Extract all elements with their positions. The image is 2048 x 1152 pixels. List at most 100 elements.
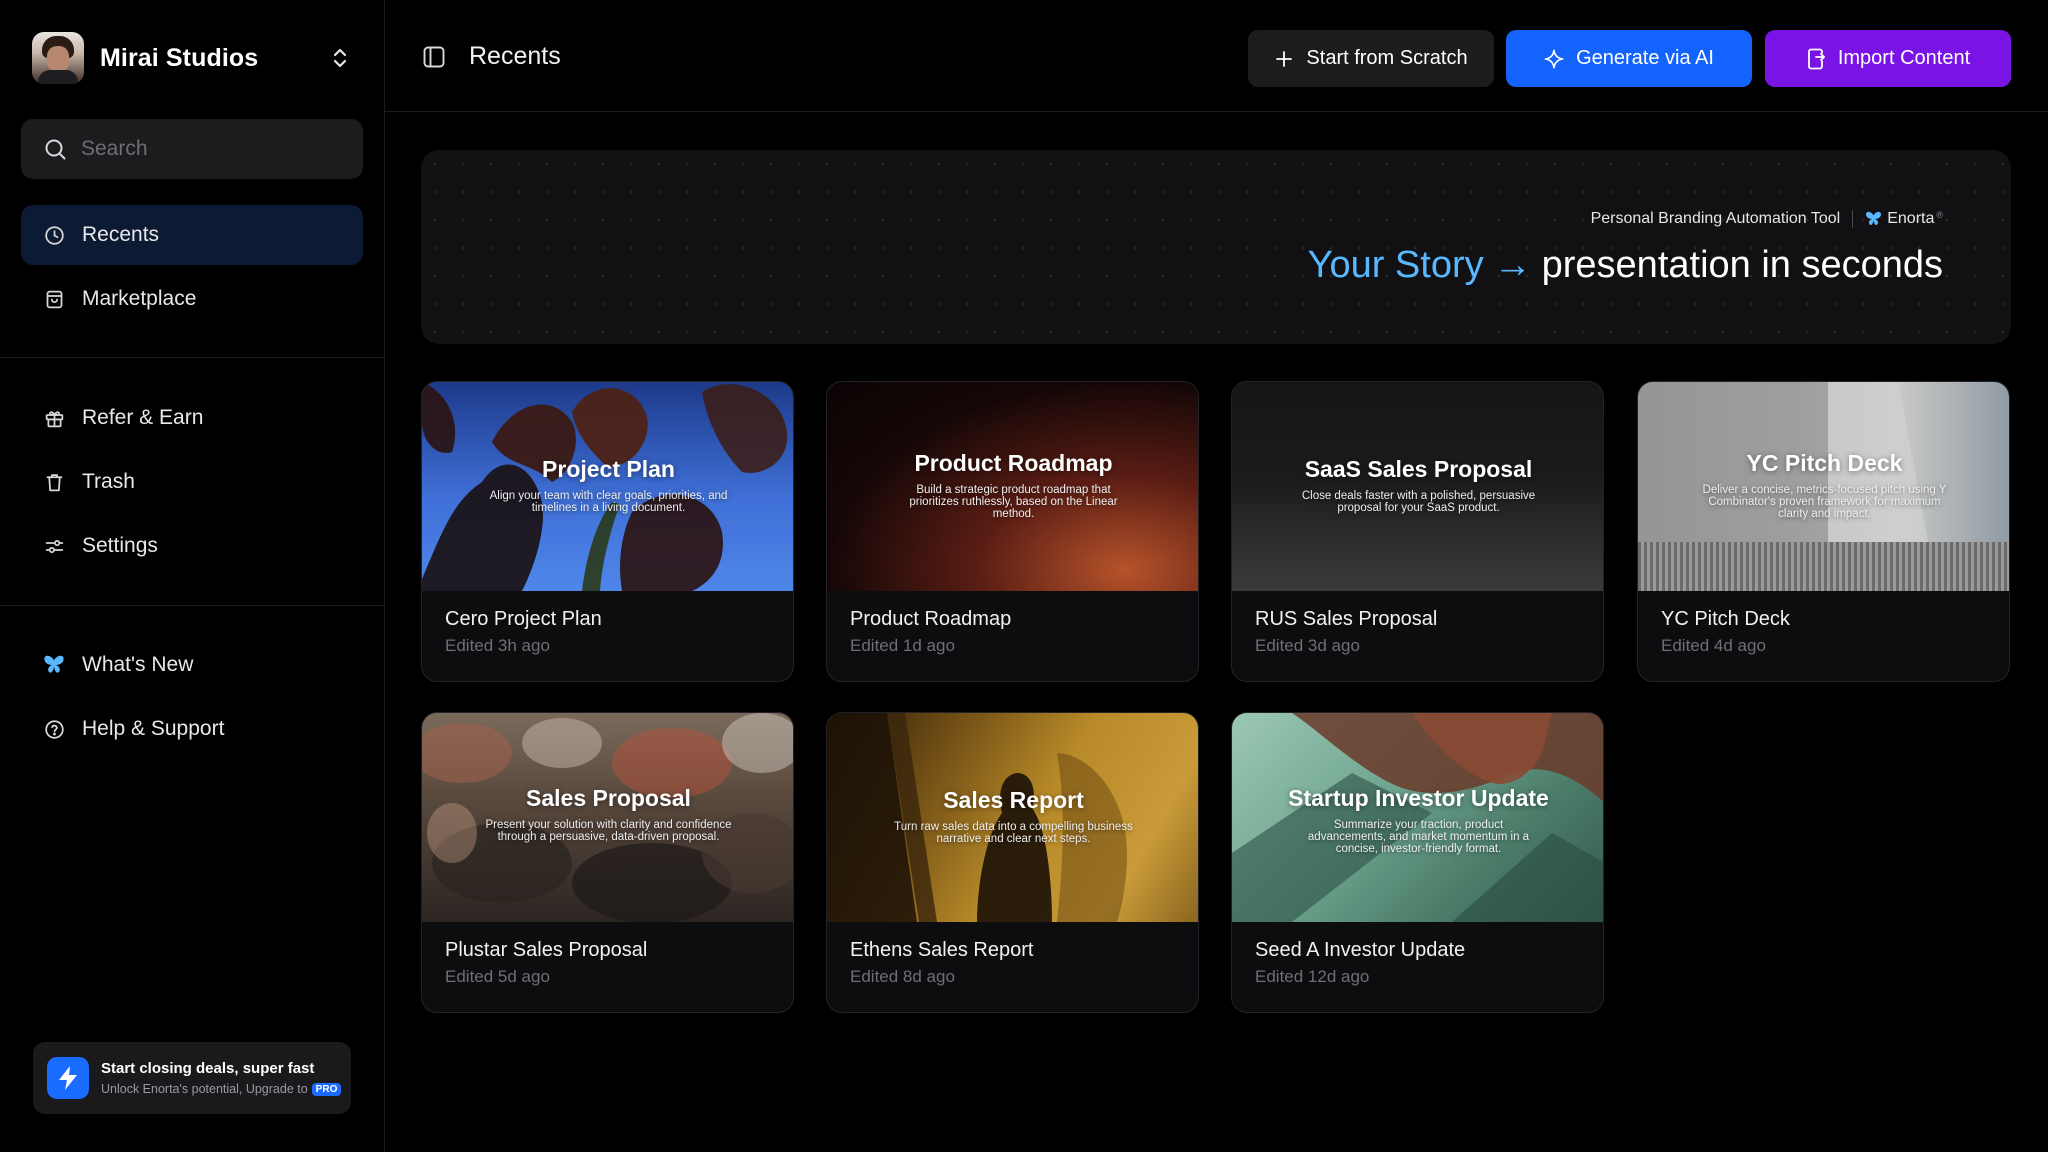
- thumbnail-description: Summarize your traction, product advance…: [1307, 819, 1530, 855]
- workspace-name: Mirai Studios: [100, 43, 259, 72]
- button-label: Generate via AI: [1576, 47, 1714, 69]
- thumbnail-title: Sales Proposal: [526, 785, 691, 811]
- thumbnail-title: Project Plan: [542, 456, 675, 482]
- upgrade-promo[interactable]: Start closing deals, super fast Unlock E…: [33, 1042, 351, 1114]
- card-edited-time: Edited 12d ago: [1255, 967, 1370, 986]
- presentation-card[interactable]: Sales Proposal Present your solution wit…: [421, 712, 794, 1013]
- thumbnail-title: Sales Report: [943, 787, 1084, 813]
- sidebar: Mirai Studios Search Recents Marketplace: [0, 0, 385, 1152]
- presentation-card[interactable]: Sales Report Turn raw sales data into a …: [826, 712, 1199, 1013]
- sidebar-item-label: Marketplace: [82, 287, 197, 310]
- page-title: Recents: [469, 42, 561, 70]
- butterfly-icon: [43, 654, 65, 676]
- banner-tagline: Personal Branding Automation Tool: [1590, 210, 1841, 227]
- card-thumbnail: Project Plan Align your team with clear …: [422, 382, 793, 591]
- sidebar-item-whats-new[interactable]: What's New: [21, 635, 363, 695]
- clock-icon: [43, 224, 65, 246]
- button-label: Start from Scratch: [1306, 47, 1468, 69]
- sidebar-item-refer-earn[interactable]: Refer & Earn: [21, 388, 363, 448]
- card-title: RUS Sales Proposal: [1255, 608, 1438, 630]
- card-thumbnail: SaaS Sales Proposal Close deals faster w…: [1232, 382, 1603, 591]
- card-title: Seed A Investor Update: [1255, 939, 1466, 961]
- headline-rest: presentation in seconds: [1541, 244, 1943, 286]
- presentation-card[interactable]: Startup Investor Update Summarize your t…: [1231, 712, 1604, 1013]
- card-edited-time: Edited 8d ago: [850, 967, 955, 986]
- divider: [1852, 210, 1854, 228]
- sidebar-item-label: Settings: [82, 534, 158, 557]
- sidebar-item-recents[interactable]: Recents: [21, 205, 363, 265]
- sidebar-toggle-icon[interactable]: [423, 46, 445, 68]
- sidebar-item-label: Recents: [82, 223, 160, 246]
- app-window: Mirai Studios Search Recents Marketplace: [0, 0, 2048, 1152]
- butterfly-icon: [1865, 211, 1882, 227]
- generate-via-ai-button[interactable]: Generate via AI: [1506, 30, 1752, 87]
- sparkle-icon: [1544, 49, 1564, 69]
- shopping-bag-icon: [43, 288, 65, 310]
- presentation-card[interactable]: Product Roadmap Build a strategic produc…: [826, 381, 1199, 682]
- button-label: Import Content: [1837, 47, 1971, 69]
- plus-icon: [1274, 49, 1294, 69]
- presentation-card[interactable]: Project Plan Align your team with clear …: [421, 381, 794, 682]
- search-icon: [43, 137, 67, 161]
- gift-icon: [43, 407, 65, 429]
- search-input[interactable]: Search: [21, 119, 363, 179]
- sliders-icon: [43, 535, 65, 557]
- sidebar-item-label: What's New: [82, 653, 194, 676]
- card-title: Product Roadmap: [850, 608, 1012, 630]
- thumbnail-description: Build a strategic product roadmap that p…: [909, 484, 1118, 520]
- registered-mark: ®: [1936, 210, 1943, 220]
- promo-subtitle: Unlock Enorta's potential, Upgrade to: [101, 1082, 308, 1096]
- thumbnail-title: SaaS Sales Proposal: [1304, 456, 1533, 482]
- sidebar-item-label: Trash: [82, 470, 135, 493]
- thumbnail-description: Present your solution with clarity and c…: [485, 819, 732, 843]
- card-thumbnail: YC Pitch Deck Deliver a concise, metrics…: [1638, 382, 2009, 591]
- sidebar-item-settings[interactable]: Settings: [21, 516, 363, 576]
- card-thumbnail: Sales Proposal Present your solution wit…: [422, 713, 793, 922]
- presentation-card[interactable]: YC Pitch Deck Deliver a concise, metrics…: [1637, 381, 2010, 682]
- card-edited-time: Edited 3h ago: [445, 636, 550, 655]
- pro-badge: PRO: [311, 1082, 342, 1096]
- promo-banner: Personal Branding Automation Tool Enorta…: [421, 150, 2011, 344]
- thumbnail-title: YC Pitch Deck: [1746, 450, 1903, 476]
- lightning-icon: [47, 1057, 89, 1099]
- chevron-up-down-icon[interactable]: [328, 43, 352, 73]
- import-icon: [1806, 48, 1826, 69]
- sidebar-item-label: Refer & Earn: [82, 406, 204, 429]
- thumbnail-description: Align your team with clear goals, priori…: [489, 490, 728, 514]
- top-bar: Recents Start from Scratch Generate via …: [385, 0, 2048, 112]
- headline-accent: Your Story: [1307, 244, 1484, 286]
- card-edited-time: Edited 4d ago: [1661, 636, 1766, 655]
- start-from-scratch-button[interactable]: Start from Scratch: [1248, 30, 1494, 87]
- card-title: Plustar Sales Proposal: [445, 939, 648, 961]
- arrow-right-icon: →: [1493, 244, 1532, 286]
- banner-headline: Your Story → presentation in seconds: [1308, 244, 1943, 287]
- workspace-switcher[interactable]: Mirai Studios: [32, 32, 352, 84]
- brand-name: Enorta: [1887, 210, 1935, 227]
- sidebar-item-help-support[interactable]: Help & Support: [21, 699, 363, 759]
- card-thumbnail: Sales Report Turn raw sales data into a …: [827, 713, 1198, 922]
- card-title: Ethens Sales Report: [850, 939, 1034, 961]
- sidebar-item-marketplace[interactable]: Marketplace: [21, 269, 363, 329]
- thumbnail-description: Turn raw sales data into a compelling bu…: [894, 821, 1133, 845]
- card-title: YC Pitch Deck: [1661, 608, 1790, 630]
- thumbnail-title: Startup Investor Update: [1288, 785, 1549, 811]
- card-edited-time: Edited 1d ago: [850, 636, 955, 655]
- thumbnail-description: Deliver a concise, metrics-focused pitch…: [1702, 484, 1947, 520]
- thumbnail-title: Product Roadmap: [914, 450, 1113, 476]
- import-content-button[interactable]: Import Content: [1765, 30, 2011, 87]
- promo-title: Start closing deals, super fast: [101, 1060, 315, 1077]
- trash-icon: [43, 471, 65, 493]
- card-edited-time: Edited 5d ago: [445, 967, 550, 986]
- card-thumbnail: Product Roadmap Build a strategic produc…: [827, 382, 1198, 591]
- help-circle-icon: [43, 718, 65, 740]
- card-title: Cero Project Plan: [445, 608, 602, 630]
- thumbnail-description: Close deals faster with a polished, pers…: [1301, 490, 1536, 514]
- search-placeholder: Search: [81, 137, 148, 160]
- card-edited-time: Edited 3d ago: [1255, 636, 1360, 655]
- divider: [0, 357, 384, 358]
- card-thumbnail: Startup Investor Update Summarize your t…: [1232, 713, 1603, 922]
- sidebar-item-label: Help & Support: [82, 717, 225, 740]
- presentation-card[interactable]: SaaS Sales Proposal Close deals faster w…: [1231, 381, 1604, 682]
- sidebar-item-trash[interactable]: Trash: [21, 452, 363, 512]
- brand-logo: Enorta ®: [1865, 210, 1943, 228]
